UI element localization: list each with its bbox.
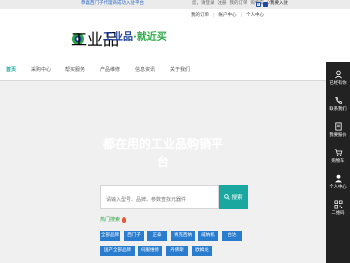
cart-icon — [334, 149, 342, 157]
user-icon — [334, 70, 342, 79]
nav-home[interactable]: 首页 — [6, 66, 16, 74]
side-item-personal[interactable]: 个人中心 — [326, 174, 350, 190]
tag-item[interactable]: 台达 — [222, 231, 242, 241]
divider: | — [213, 13, 215, 18]
side-item-member[interactable]: 已经有你 — [326, 70, 350, 86]
side-item-contact[interactable]: 联系我们 — [326, 96, 350, 112]
nav-buy-service[interactable]: 帮买服务 — [65, 66, 85, 74]
login-link[interactable]: 您，请登录 — [192, 1, 215, 7]
tag-item[interactable]: 国产全部品牌 — [100, 246, 135, 256]
nav-purchase[interactable]: 采购中心 — [31, 66, 51, 74]
side-item-label: 二维码 — [331, 211, 345, 216]
search-box — [100, 185, 219, 211]
nav-repair[interactable]: 产品维修 — [100, 66, 120, 74]
tag-item[interactable]: 青克西纳 — [171, 231, 195, 241]
search-input[interactable] — [106, 189, 218, 211]
search-icon — [224, 194, 231, 200]
my-orders-link[interactable]: 我的订单 — [191, 13, 209, 19]
account-center-link[interactable]: 帐户中心 — [219, 13, 237, 19]
logo-title-b: ·就近买 — [133, 32, 167, 43]
register-link[interactable]: 注册 — [218, 1, 227, 7]
hot-search: 热门搜索 — [100, 216, 127, 223]
top-notice[interactable]: 恭喜西门子代理商成功入驻平台 — [81, 1, 144, 7]
fire-icon — [122, 216, 127, 223]
side-item-label: 个人中心 — [329, 185, 347, 190]
settle-group: 我要入驻 — [256, 1, 288, 7]
search-button[interactable]: 搜索 — [219, 185, 248, 209]
side-item-label: 联系我们 — [329, 107, 347, 112]
account-bar: 我的订单 | 帐户中心 | 个人中心 — [191, 13, 268, 19]
main-nav: 首页 采购中心 帮买服务 产品维修 信息资讯 关于我们 — [0, 62, 350, 79]
person-icon — [334, 174, 342, 183]
tag-item[interactable]: 威纳机 — [198, 231, 218, 241]
side-item-qrcode[interactable]: 二维码 — [326, 200, 350, 216]
side-item-label: 已经有你 — [329, 81, 347, 86]
document-icon — [334, 122, 342, 131]
logo-title-a: 工业品 — [103, 32, 133, 43]
divider: | — [240, 13, 243, 18]
side-item-cart[interactable]: 购物车 — [326, 148, 350, 164]
tag-item[interactable]: 欧姆龙 — [192, 246, 212, 256]
hot-search-label: 热门搜索 — [100, 217, 121, 223]
qrcode-icon — [334, 200, 342, 209]
search-button-label: 搜索 — [231, 195, 243, 201]
tag-item[interactable]: 正泰 — [147, 231, 167, 241]
nav-news[interactable]: 信息资讯 — [135, 66, 155, 74]
side-item-label: 购物车 — [331, 159, 345, 164]
tag-item[interactable]: 伺服维修 — [138, 246, 162, 256]
tag-item[interactable]: 丹佛斯 — [166, 246, 188, 256]
store-icon — [263, 1, 268, 7]
tag-item[interactable]: 全部品牌 — [100, 231, 120, 241]
top-bar: 恭喜西门子代理商成功入驻平台 您，请登录 注册 我的订单 购物车 0 我要入驻 — [0, 0, 350, 9]
tag-item[interactable]: 西门子 — [124, 231, 144, 241]
side-item-label: 我要报价 — [329, 133, 347, 138]
logo-title: 工业品·就近买 — [103, 31, 167, 45]
settle-link[interactable]: 我要入驻 — [270, 1, 288, 7]
personal-center-link[interactable]: 个人中心 — [246, 13, 264, 19]
nav-active-underline — [0, 62, 350, 64]
phone-icon[interactable] — [256, 1, 261, 7]
hero-title-line2: 台 — [156, 155, 169, 169]
phone-icon — [334, 96, 342, 104]
side-toolbar: 已经有你 联系我们 我要报价 购物车 个人中心 二维码 — [326, 62, 350, 263]
orders-link[interactable]: 我的订单 — [230, 1, 248, 7]
side-item-quote[interactable]: 我要报价 — [326, 122, 350, 138]
nav-about[interactable]: 关于我们 — [170, 66, 190, 74]
hero-title-line1: 都在用的工业品购销平 — [102, 137, 223, 151]
